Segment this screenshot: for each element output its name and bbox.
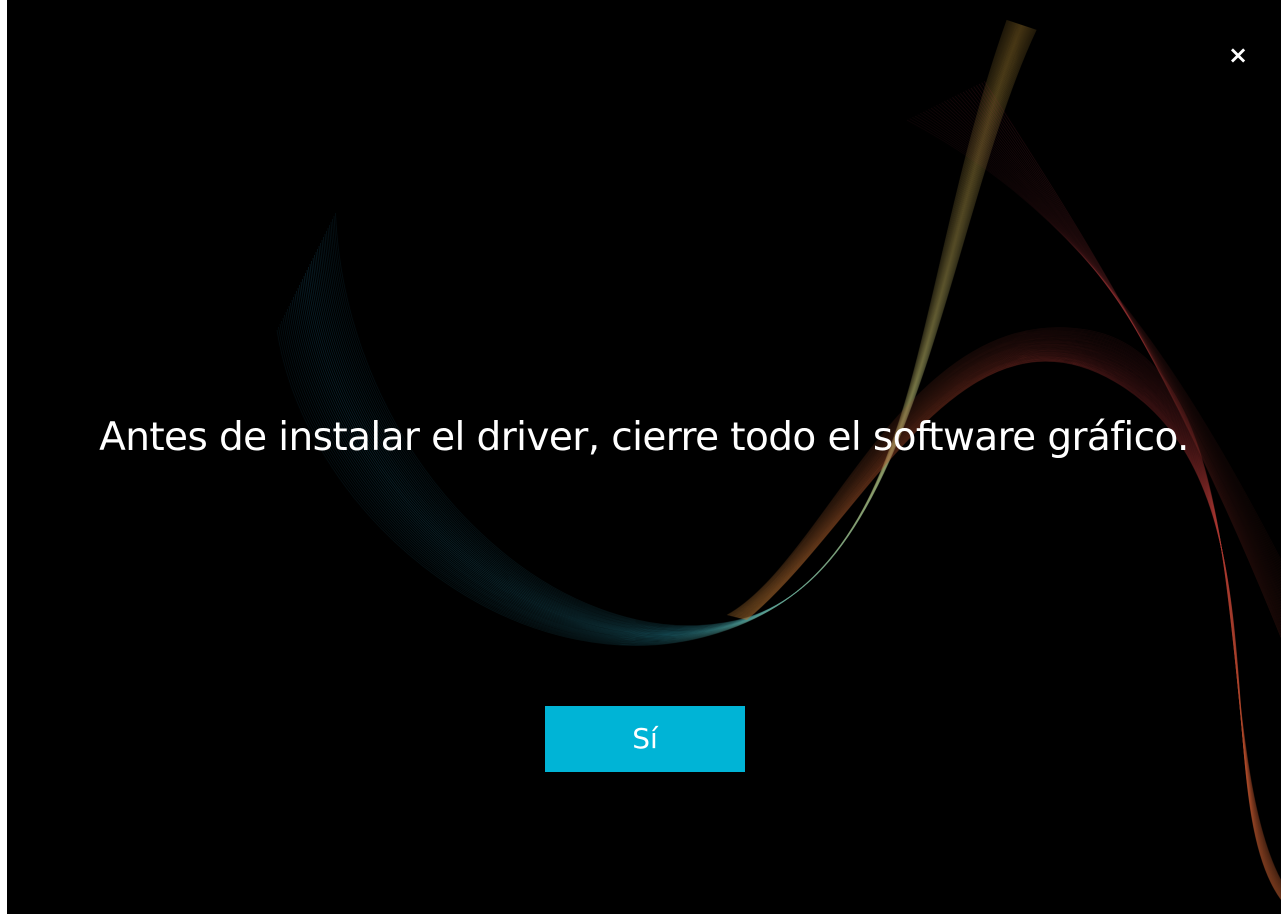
wave-line: [294, 22, 1017, 639]
wave-line: [279, 20, 1009, 645]
wave-line: [314, 26, 1027, 633]
wave-line: [297, 23, 1018, 638]
wave-line: [285, 21, 1012, 643]
wave-line: [284, 21, 1012, 643]
wave-line: [299, 23, 1019, 638]
wave-line: [278, 20, 1009, 646]
wave-line: [303, 24, 1021, 636]
wave-line: [288, 21, 1014, 642]
wave-line: [293, 22, 1016, 640]
wave-line: [276, 19, 1008, 646]
wave-line: [287, 21, 1013, 642]
yes-button[interactable]: Sí: [545, 706, 745, 772]
close-icon[interactable]: ×: [1223, 40, 1253, 70]
wave-line: [290, 22, 1015, 641]
wave-line: [312, 25, 1026, 633]
wave-line: [281, 20, 1010, 645]
wave-line: [282, 20, 1011, 644]
installer-dialog: × Antes de instalar el driver, cierre to…: [7, 0, 1281, 914]
install-warning-message: Antes de instalar el driver, cierre todo…: [99, 415, 1189, 460]
